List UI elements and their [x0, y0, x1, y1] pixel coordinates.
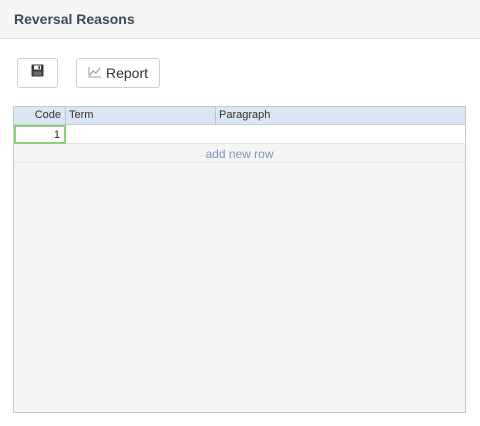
code-cell[interactable]: 1 — [14, 125, 66, 144]
table-row: 1 — [14, 125, 465, 144]
paragraph-cell[interactable] — [216, 125, 465, 144]
report-button-label: Report — [105, 65, 149, 81]
save-button[interactable] — [17, 58, 58, 88]
column-header-term[interactable]: Term — [66, 107, 216, 125]
report-button[interactable]: Report — [76, 58, 160, 88]
floppy-disk-icon — [31, 64, 44, 82]
page-header: Reversal Reasons — [0, 0, 480, 39]
column-header-code[interactable]: Code — [14, 107, 66, 125]
add-new-row-link[interactable]: add new row — [14, 145, 465, 163]
page-title: Reversal Reasons — [14, 11, 135, 27]
data-grid: Code Term Paragraph 1 add new row — [13, 106, 466, 413]
term-cell[interactable] — [66, 125, 216, 144]
column-header-paragraph[interactable]: Paragraph — [216, 107, 465, 125]
grid-header-row: Code Term Paragraph — [14, 107, 465, 125]
line-chart-icon — [88, 65, 102, 81]
